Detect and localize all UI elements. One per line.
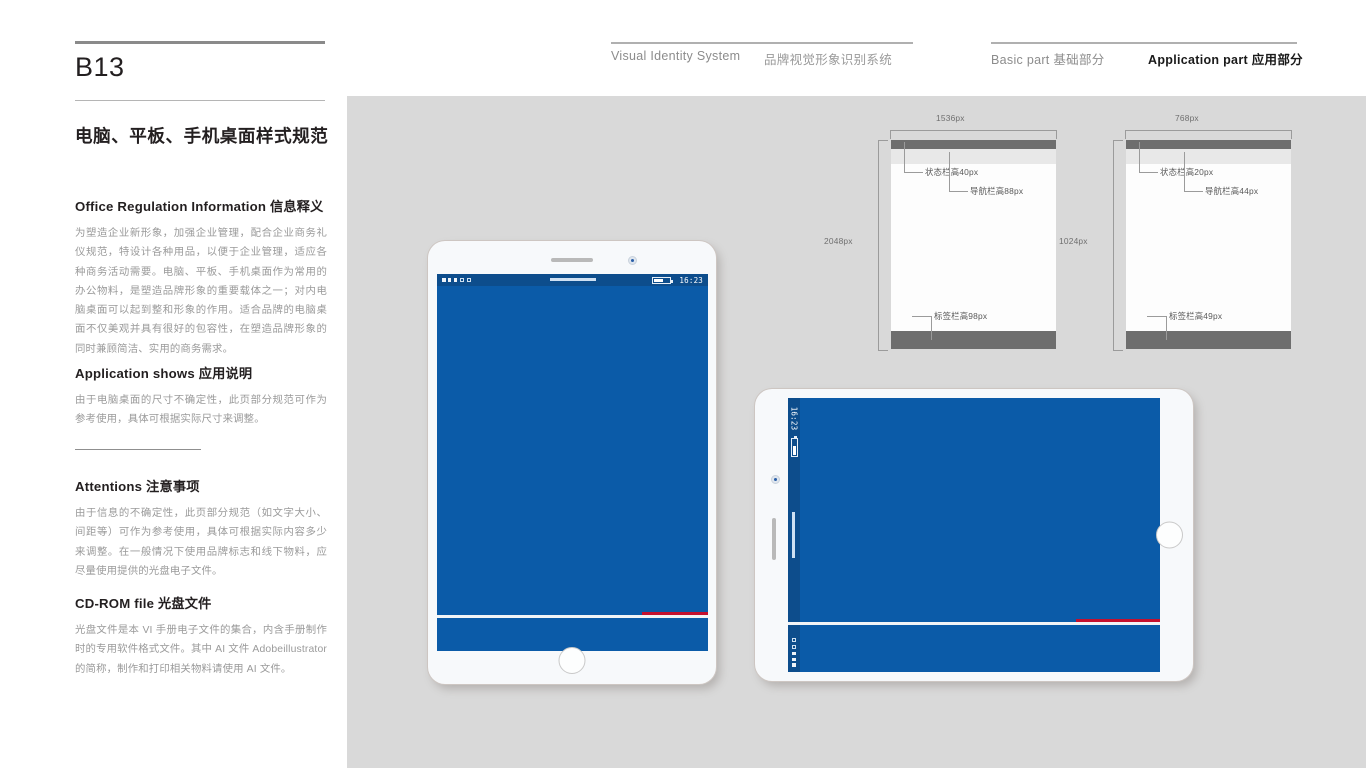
spec-status-bar (891, 140, 1056, 149)
nav-visual-identity-en[interactable]: Visual Identity System (611, 49, 740, 63)
nav-rule-right (991, 42, 1297, 44)
spec-nav-bar (891, 149, 1056, 164)
section-divider-rule (75, 449, 201, 450)
status-bar: 16:23 (788, 398, 800, 672)
front-camera-icon (628, 256, 637, 265)
leader-status-vertical (1139, 142, 1140, 173)
wallpaper-red-accent-line (642, 612, 708, 615)
leader-status-vertical (904, 142, 905, 173)
nav-basic-part[interactable]: Basic part 基础部分 (991, 49, 1105, 68)
leader-tab-vertical (1166, 316, 1167, 340)
leader-status-horizontal (1139, 172, 1158, 173)
status-bar-center-pill (792, 512, 796, 558)
speaker-grille-icon (772, 518, 776, 560)
battery-icon (652, 277, 673, 284)
spec-height-bracket (878, 140, 888, 351)
page-code-rule-top (75, 41, 325, 44)
tablet-landscape-screen[interactable]: 16:23 (788, 398, 1160, 672)
section-body: 为塑造企业新形象，加强企业管理，配合企业商务礼仪规范，特设计各种用品，以便于企业… (75, 228, 327, 355)
spec-annotation-status: 状态栏高40px (925, 167, 979, 177)
status-bar-center-pill (549, 278, 596, 282)
spec-tab-bar (891, 331, 1056, 349)
signal-dots-icon (442, 277, 472, 283)
home-button[interactable] (558, 647, 586, 674)
section-cd-rom-file: CD-ROM file 光盘文件 光盘文件是本 VI 手册电子文件的集合，内含手… (75, 593, 327, 679)
speaker-grille-icon (551, 258, 593, 262)
spec-status-bar (1126, 140, 1291, 149)
section-body: 由于电脑桌面的尺寸不确定性，此页部分规范可作为参考使用，具体可根据实际尺寸来调整… (75, 395, 327, 426)
section-heading: CD-ROM file 光盘文件 (75, 596, 212, 611)
spec-annotation-tab: 标签栏高98px (934, 311, 988, 321)
left-info-column: B13 电脑、平板、手机桌面样式规范 Office Regulation Inf… (0, 0, 347, 768)
leader-nav-horizontal (949, 191, 968, 192)
wallpaper-red-accent-line (1076, 619, 1160, 622)
spec-width-label: 1536px (936, 113, 965, 123)
section-body: 光盘文件是本 VI 手册电子文件的集合，内含手册制作时的专用软件格式文件。其中 … (75, 625, 327, 675)
section-office-regulation: Office Regulation Information 信息释义 为塑造企业… (75, 196, 327, 359)
signal-dots-icon (791, 637, 797, 667)
tablet-portrait-mockup: 16:23 (428, 241, 716, 684)
spec-width-bracket (890, 130, 1057, 139)
spec-annotation-status: 状态栏高20px (1160, 167, 1214, 177)
spec-width-label: 768px (1175, 113, 1199, 123)
section-attentions: Attentions 注意事项 由于信息的不确定性，此页部分规范（如文字大小、间… (75, 476, 327, 581)
home-button[interactable] (1156, 521, 1183, 549)
nav-rule-left (611, 42, 913, 44)
section-application-shows: Application shows 应用说明 由于电脑桌面的尺寸不确定性，此页部… (75, 363, 327, 430)
battery-icon (790, 436, 798, 457)
spec-nav-bar (1126, 149, 1291, 164)
page-code-rule-bottom (75, 100, 325, 101)
section-body: 由于信息的不确定性，此页部分规范（如文字大小、间距等）可作为参考使用，具体可根据… (75, 508, 327, 577)
section-heading: Attentions 注意事项 (75, 479, 200, 494)
status-bar: 16:23 (437, 274, 708, 286)
spec-annotation-nav: 导航栏高88px (970, 186, 1024, 196)
status-bar-time: 16:23 (789, 406, 799, 431)
nav-application-part[interactable]: Application part 应用部分 (1148, 49, 1303, 68)
leader-tab-vertical (931, 316, 932, 340)
section-heading: Office Regulation Information 信息释义 (75, 199, 324, 214)
spec-height-label: 1024px (1059, 236, 1088, 246)
spec-width-bracket (1125, 130, 1292, 139)
spec-annotation-nav: 导航栏高44px (1205, 186, 1259, 196)
page-code: B13 (75, 52, 125, 82)
status-bar-time: 16:23 (679, 275, 703, 285)
wallpaper-white-line (788, 622, 1160, 625)
leader-tab-horizontal (1147, 316, 1166, 317)
spec-tab-bar (1126, 331, 1291, 349)
tablet-portrait-screen[interactable]: 16:23 (437, 274, 708, 651)
leader-tab-horizontal (912, 316, 931, 317)
page-title: 电脑、平板、手机桌面样式规范 (75, 126, 329, 146)
nav-visual-identity-cn[interactable]: 品牌视觉形象识别系统 (764, 49, 892, 68)
leader-nav-vertical (949, 152, 950, 191)
leader-status-horizontal (904, 172, 923, 173)
wallpaper-white-line (437, 615, 708, 618)
front-camera-icon (771, 475, 780, 484)
leader-nav-vertical (1184, 152, 1185, 191)
spec-height-label: 2048px (824, 236, 853, 246)
section-heading: Application shows 应用说明 (75, 366, 253, 381)
tablet-landscape-mockup: 16:23 (755, 389, 1193, 681)
spec-diagram-ipad-standard: 768px 1024px 状态栏高20px 导航栏高44px 标签栏高49px (1059, 106, 1300, 366)
spec-diagram-ipad-retina: 1536px 2048px 状态栏高40px 导航栏高88px 标签栏高98px (824, 106, 1065, 366)
spec-annotation-tab: 标签栏高49px (1169, 311, 1223, 321)
leader-nav-horizontal (1184, 191, 1203, 192)
spec-height-bracket (1113, 140, 1123, 351)
